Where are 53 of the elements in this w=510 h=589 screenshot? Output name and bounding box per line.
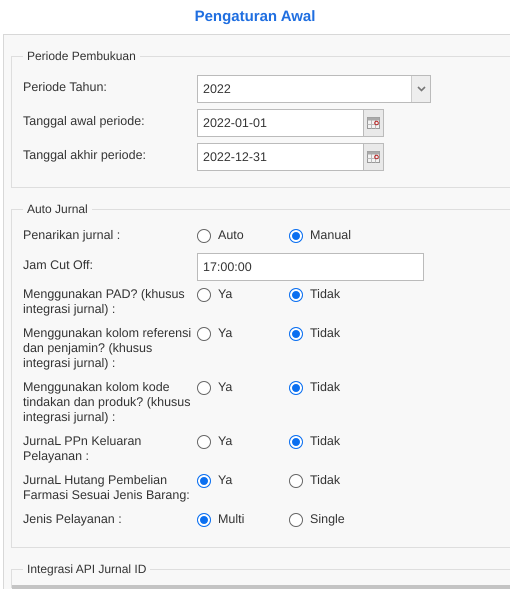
field-label: JurnaL Hutang Pembelian Farmasi Sesuai Jenis Barang: bbox=[23, 473, 191, 503]
radio-button[interactable] bbox=[197, 288, 211, 302]
calendar-button[interactable] bbox=[364, 109, 384, 137]
radio-label[interactable]: Tidak bbox=[310, 473, 340, 488]
scrollbar[interactable] bbox=[12, 585, 510, 589]
field-label: Periode Tahun: bbox=[23, 79, 108, 95]
radio-button[interactable] bbox=[197, 228, 211, 242]
field-label: Menggunakan PAD? (khusus integrasi jurnal) : bbox=[23, 287, 186, 317]
radio-button[interactable] bbox=[289, 380, 303, 394]
radio-button[interactable] bbox=[289, 474, 303, 488]
field-label: Penarikan jurnal : bbox=[23, 228, 122, 243]
field-label: Jenis Pelayanan : bbox=[23, 512, 123, 527]
radio-label[interactable]: Auto bbox=[218, 228, 244, 243]
radio-label[interactable]: Multi bbox=[218, 512, 244, 527]
date-field[interactable]: 2022-01-01 bbox=[197, 109, 364, 137]
radio-label[interactable]: Ya bbox=[218, 380, 232, 395]
radio-label[interactable]: Ya bbox=[218, 473, 232, 488]
radio-button[interactable] bbox=[289, 288, 303, 302]
section-legend: Integrasi API Jurnal ID bbox=[23, 562, 150, 576]
calendar-button[interactable] bbox=[364, 143, 384, 171]
section-legend: Periode Pembukuan bbox=[23, 49, 140, 63]
radio-button[interactable] bbox=[197, 434, 211, 448]
radio-label[interactable]: Tidak bbox=[310, 287, 340, 302]
radio-button[interactable] bbox=[289, 326, 303, 340]
calendar-icon bbox=[367, 151, 380, 163]
radio-label[interactable]: Ya bbox=[218, 326, 232, 341]
field-label: Jam Cut Off: bbox=[23, 257, 94, 273]
radio-button[interactable] bbox=[289, 512, 303, 526]
radio-label[interactable]: Ya bbox=[218, 434, 232, 449]
radio-label[interactable]: Tidak bbox=[310, 326, 340, 341]
radio-button[interactable] bbox=[197, 474, 211, 488]
page-title: Pengaturan Awal bbox=[194, 7, 316, 27]
radio-button[interactable] bbox=[289, 434, 303, 448]
radio-button[interactable] bbox=[289, 228, 303, 242]
field-label: Tanggal akhir periode: bbox=[23, 147, 147, 163]
field-label: Menggunakan kolom referensi dan penjamin? (khusus integrasi jurnal) : bbox=[23, 326, 192, 371]
caret-icon bbox=[416, 86, 426, 92]
radio-button[interactable] bbox=[197, 380, 211, 394]
calendar-icon bbox=[367, 117, 380, 129]
field-label: Tanggal awal periode: bbox=[23, 113, 146, 129]
radio-label[interactable]: Ya bbox=[218, 287, 232, 302]
radio-button[interactable] bbox=[197, 512, 211, 526]
radio-label[interactable]: Tidak bbox=[310, 380, 340, 395]
radio-label[interactable]: Manual bbox=[310, 228, 351, 243]
section-legend: Auto Jurnal bbox=[23, 202, 92, 216]
radio-button[interactable] bbox=[197, 326, 211, 340]
field-label: Menggunakan kolom kode tindakan dan produk? (khusus integrasi jurnal) : bbox=[23, 380, 192, 425]
radio-label[interactable]: Tidak bbox=[310, 434, 340, 449]
radio-label[interactable]: Single bbox=[310, 512, 345, 527]
date-field[interactable]: 2022-12-31 bbox=[197, 143, 364, 171]
field-label: JurnaL PPn Keluaran Pelayanan : bbox=[23, 434, 142, 464]
time-field[interactable]: 17:00:00 bbox=[197, 253, 424, 281]
year-select[interactable]: 2022 bbox=[197, 75, 431, 103]
